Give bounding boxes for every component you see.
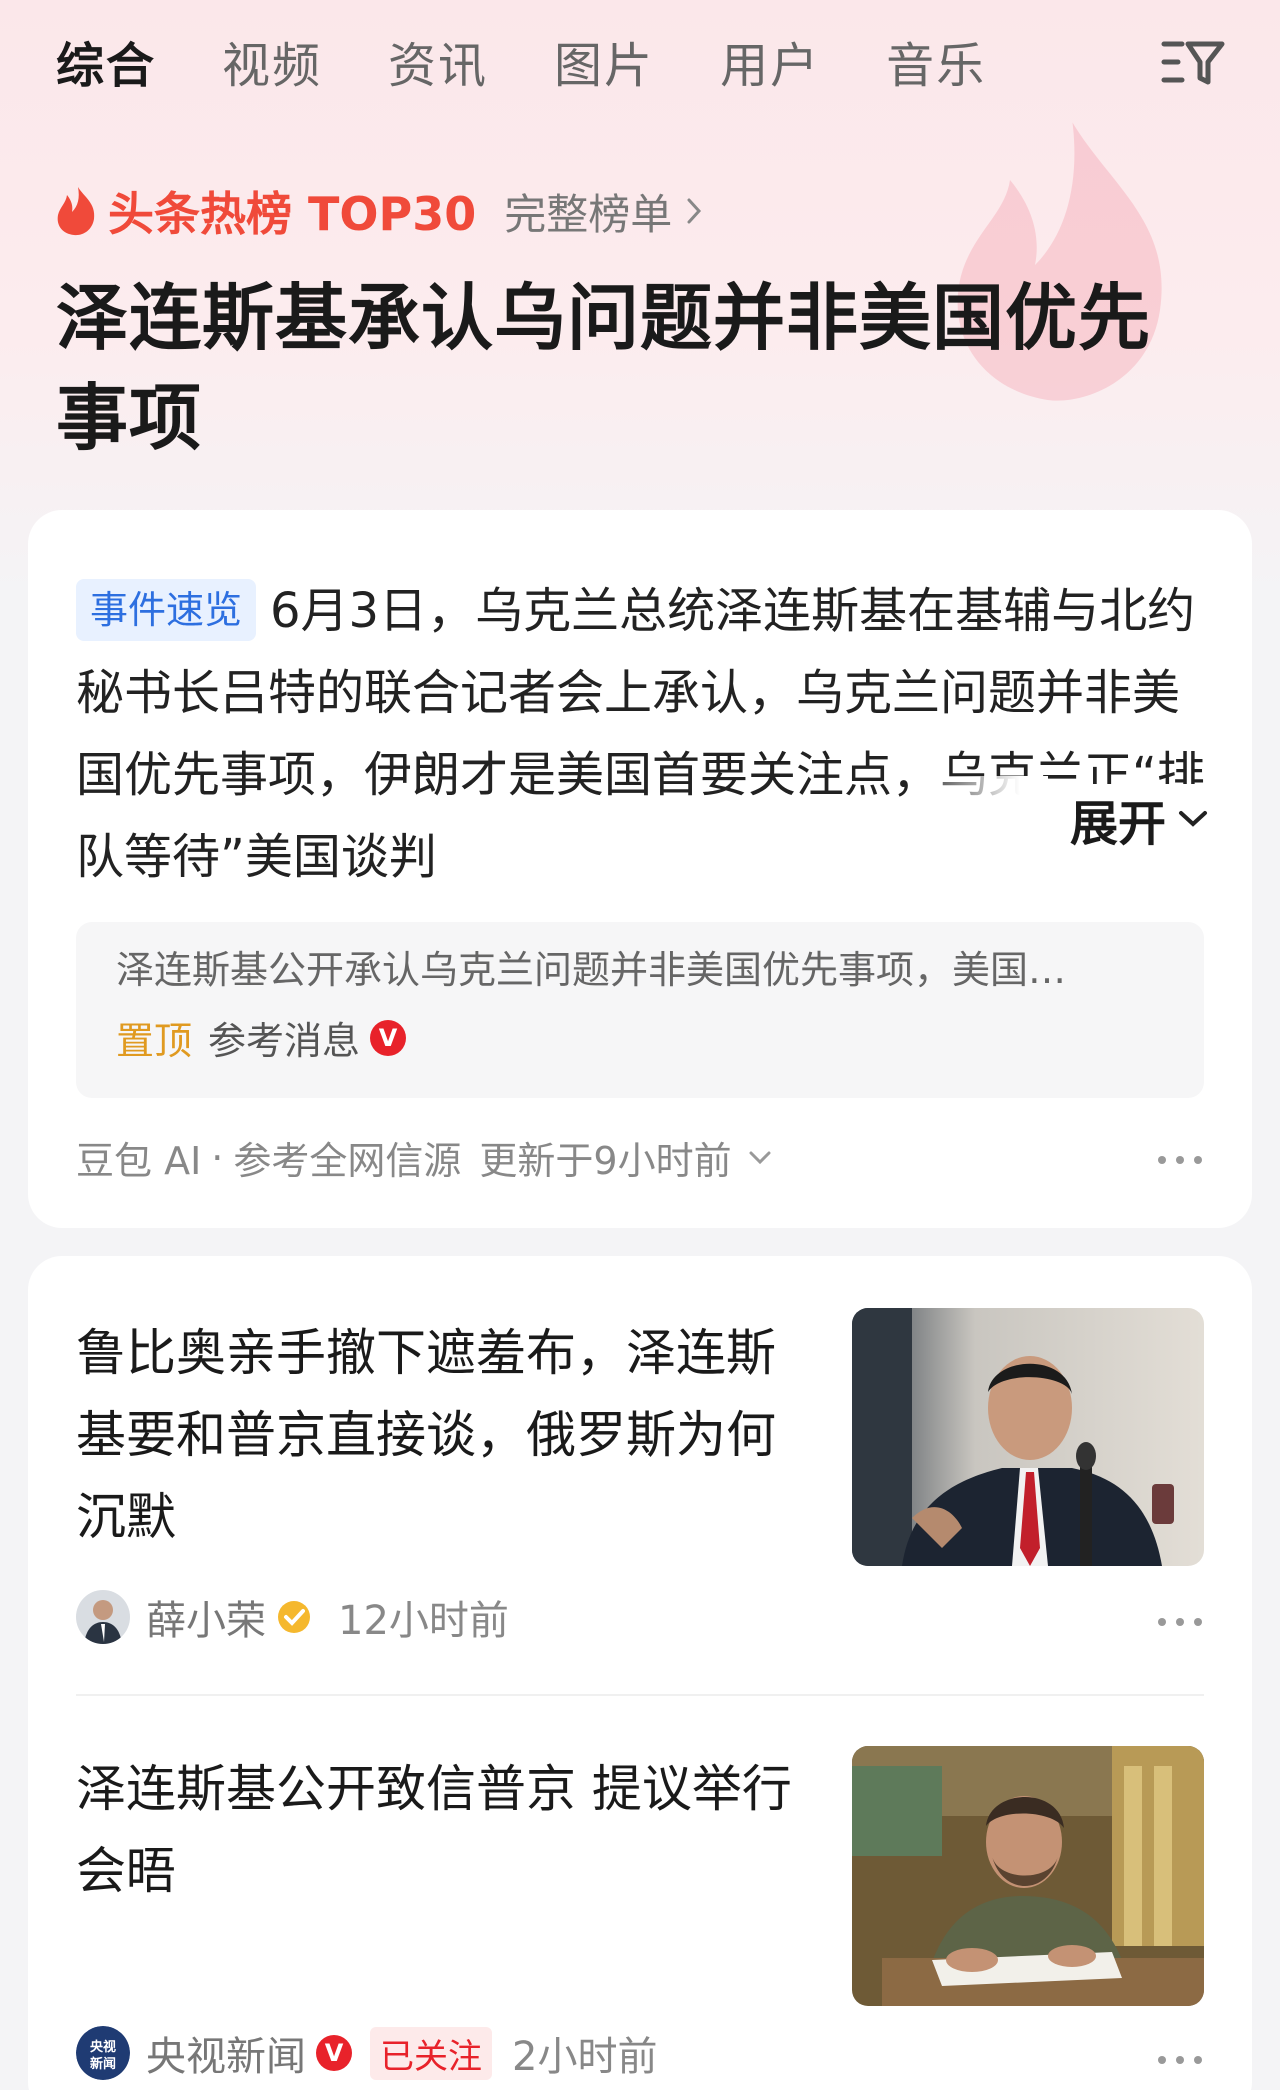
news-meta: 薛小荣 12小时前 [76,1588,509,1646]
reference-source: 参考消息 [208,1019,361,1063]
news-photo-man-in-suit [852,1308,1204,1566]
more-options-icon[interactable] [1158,1154,1202,1166]
source-note: 参考全网信源 [233,1139,462,1183]
publish-time: 2小时前 [512,2034,658,2080]
tab-video[interactable]: 视频 [222,26,322,96]
verified-badge-icon: V [316,2035,352,2071]
author-avatar[interactable]: 央视 新闻 [76,2026,130,2080]
tab-comprehensive[interactable]: 综合 [56,26,156,96]
chevron-right-icon [687,198,702,224]
news-list-card: 鲁比奥亲手撤下遮羞布，泽连斯基要和普京直接谈，俄罗斯为何沉默 薛小荣 12小时前… [28,1256,1252,2090]
tab-images[interactable]: 图片 [554,26,654,96]
expand-button[interactable]: 展开 [1042,784,1211,854]
pinned-label: 置顶 [116,1019,193,1063]
separator-dot: · [211,1135,224,1180]
ai-source-label: 豆包 AI [76,1139,202,1183]
reference-text: 泽连斯基公开承认乌克兰问题并非美国优先事项，美国… [116,948,1067,992]
author-avatar[interactable] [76,1590,130,1644]
hot-flame-icon [57,187,95,236]
followed-tag[interactable]: 已关注 [370,2026,492,2080]
event-summary-tag: 事件速览 [76,579,257,641]
author-name[interactable]: 央视新闻 [146,2024,306,2082]
verified-gold-icon [278,1601,310,1633]
tab-music[interactable]: 音乐 [886,26,986,96]
news-meta: 央视 新闻 央视新闻 V 已关注 2小时前 [76,2024,657,2082]
verified-badge-icon: V [370,1019,407,1056]
ai-summary-footer: 豆包 AI · 参考全网信源 更新于9小时前 [76,1130,1206,1185]
event-summary-card: 事件速览 6月3日，乌克兰总统泽连斯基在基辅与北约秘书长吕特的联合记者会上承认，乌… [28,510,1252,1228]
tab-news[interactable]: 资讯 [388,26,488,96]
news-thumbnail[interactable] [852,1308,1204,1566]
page-headline[interactable]: 泽连斯基承认乌问题并非美国优先事项 [56,268,1206,468]
avatar-text-top: 央视 [90,2039,116,2055]
filter-icon[interactable] [1160,36,1226,88]
news-title[interactable]: 鲁比奥亲手撤下遮羞布，泽连斯基要和普京直接谈，俄罗斯为何沉默 [76,1312,806,1558]
expand-label: 展开 [1070,796,1167,852]
more-options-icon[interactable] [1158,2054,1202,2066]
full-list-link[interactable]: 完整榜单 [504,181,702,242]
chevron-down-icon [1179,811,1208,827]
tab-users[interactable]: 用户 [720,26,820,96]
author-name[interactable]: 薛小荣 [146,1588,266,1646]
publish-time: 12小时前 [338,1598,509,1644]
reference-meta: 置顶 参考消息 V [116,1010,1164,1065]
full-list-label: 完整榜单 [504,189,673,239]
news-title[interactable]: 泽连斯基公开致信普京 提议举行会晤 [76,1748,806,1912]
search-category-tabs: 综合 视频 资讯 图片 用户 音乐 [56,26,1226,96]
pinned-reference-box[interactable]: 泽连斯基公开承认乌克兰问题并非美国优先事项，美国… 置顶 参考消息 V [76,922,1204,1098]
text-fade-overlay [908,776,1048,854]
hot-list-row: 头条热榜 TOP30 完整榜单 [54,178,702,244]
news-photo-man-writing [852,1746,1204,2006]
chevron-down-icon[interactable] [748,1150,772,1166]
avatar-text-bottom: 新闻 [90,2056,116,2072]
more-options-icon[interactable] [1158,1616,1202,1628]
news-thumbnail[interactable] [852,1746,1204,2006]
divider [76,1694,1204,1696]
hot-list-label: 头条热榜 TOP30 [108,187,477,241]
updated-time: 更新于9小时前 [479,1139,732,1183]
